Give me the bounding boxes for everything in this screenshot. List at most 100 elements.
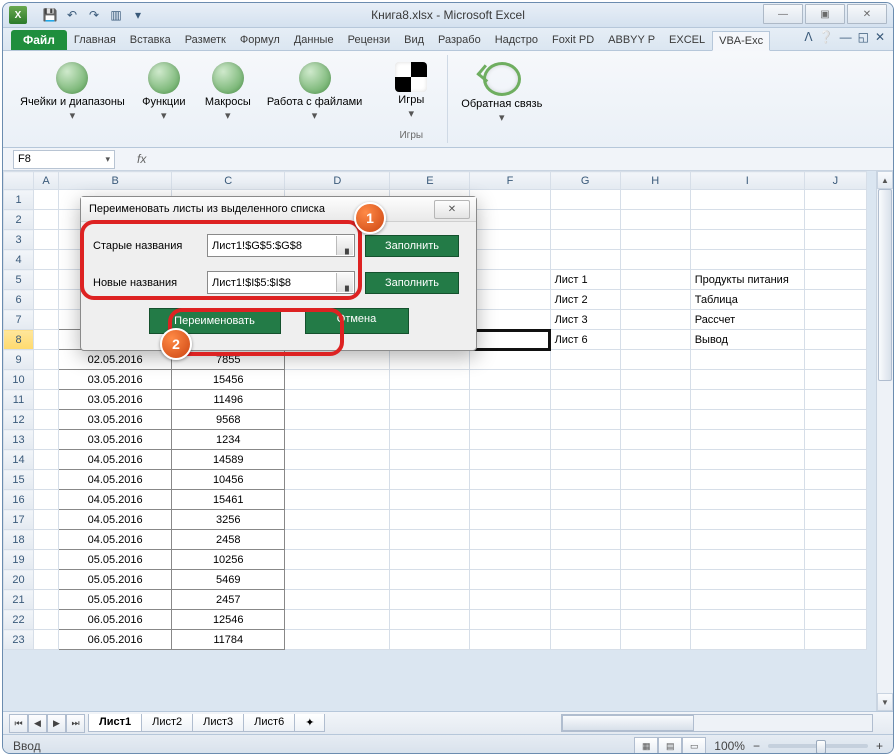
cell[interactable] [550,630,620,650]
cell[interactable]: 05.05.2016 [59,590,172,610]
cell[interactable] [470,430,550,450]
sheet-nav-next-icon[interactable]: ▶ [47,714,66,733]
cell[interactable] [620,630,690,650]
cell[interactable] [550,470,620,490]
cell[interactable] [390,610,470,630]
cell[interactable] [620,290,690,310]
cell[interactable] [34,270,59,290]
cell[interactable] [620,190,690,210]
row-header[interactable]: 18 [4,530,34,550]
cell[interactable] [690,510,804,530]
fill-new-button[interactable]: Заполнить [365,272,459,294]
cell[interactable] [804,510,866,530]
ribbon-tab[interactable]: Главная [67,30,123,50]
cell[interactable]: 9568 [172,410,285,430]
cell[interactable] [804,350,866,370]
cell[interactable] [620,570,690,590]
cell[interactable]: 05.05.2016 [59,550,172,570]
cell[interactable]: 2458 [172,530,285,550]
cell[interactable] [690,630,804,650]
cell[interactable] [690,410,804,430]
cell[interactable] [550,570,620,590]
maximize-button[interactable]: ▣ [805,4,845,24]
cell[interactable] [804,270,866,290]
cell[interactable] [690,230,804,250]
cell[interactable] [390,490,470,510]
cell[interactable] [620,470,690,490]
cell[interactable] [620,210,690,230]
cell[interactable] [550,210,620,230]
cell[interactable] [470,270,550,290]
cells-ranges-button[interactable]: Ячейки и диапазоны▾ [15,57,130,127]
cell[interactable] [34,470,59,490]
cell[interactable] [550,370,620,390]
cell[interactable] [470,250,550,270]
cell[interactable] [285,410,390,430]
cell[interactable] [690,490,804,510]
hscroll-thumb[interactable] [562,715,694,731]
row-header[interactable]: 5 [4,270,34,290]
horizontal-scrollbar[interactable] [561,714,873,732]
dialog-close-button[interactable]: ✕ [434,200,470,219]
cell[interactable]: 1234 [172,430,285,450]
cell[interactable] [804,470,866,490]
cell[interactable] [804,250,866,270]
cell[interactable]: 03.05.2016 [59,370,172,390]
cell[interactable]: 15456 [172,370,285,390]
cell[interactable]: 14589 [172,450,285,470]
cell[interactable] [285,550,390,570]
cell[interactable] [620,230,690,250]
cell[interactable] [34,630,59,650]
cell[interactable] [690,570,804,590]
cell[interactable]: 15461 [172,490,285,510]
row-header[interactable]: 10 [4,370,34,390]
cell[interactable]: Вывод [690,330,804,350]
new-names-input[interactable] [208,277,354,289]
row-header[interactable]: 7 [4,310,34,330]
cell[interactable]: Лист 1 [550,270,620,290]
cell[interactable] [34,330,59,350]
row-header[interactable]: 2 [4,210,34,230]
cell[interactable] [470,370,550,390]
row-header[interactable]: 15 [4,470,34,490]
cell[interactable] [285,610,390,630]
cell[interactable] [804,330,866,350]
cell[interactable] [390,390,470,410]
cell[interactable] [285,510,390,530]
cell[interactable] [470,510,550,530]
cell[interactable]: 11784 [172,630,285,650]
sheet-nav-first-icon[interactable]: ⏮ [9,714,28,733]
cell[interactable]: 06.05.2016 [59,630,172,650]
zoom-in-button[interactable]: + [876,739,883,753]
row-header[interactable]: 20 [4,570,34,590]
scroll-up-icon[interactable]: ▲ [877,171,893,189]
column-header[interactable]: E [390,172,470,190]
cell[interactable] [470,330,550,350]
old-names-input[interactable] [208,240,354,252]
cell[interactable] [690,610,804,630]
macros-button[interactable]: Макросы▾ [198,57,258,127]
vertical-scrollbar[interactable]: ▲ ▼ [876,171,893,711]
workbook-window-restore-icon[interactable]: ◱ [858,30,869,44]
cell[interactable] [470,310,550,330]
cell[interactable] [34,450,59,470]
fx-icon[interactable]: fx [137,152,146,166]
cell[interactable] [470,390,550,410]
select-all-cell[interactable] [4,172,34,190]
column-header[interactable]: H [620,172,690,190]
cell[interactable] [804,410,866,430]
cell[interactable] [620,250,690,270]
row-header[interactable]: 3 [4,230,34,250]
cell[interactable] [690,250,804,270]
column-header[interactable]: J [804,172,866,190]
column-header[interactable]: F [470,172,550,190]
cell[interactable] [34,430,59,450]
row-header[interactable]: 6 [4,290,34,310]
sheet-tab[interactable]: Лист6 [243,714,295,732]
ribbon-tab[interactable]: Рецензи [341,30,398,50]
sheet-nav-prev-icon[interactable]: ◀ [28,714,47,733]
cell[interactable]: 04.05.2016 [59,470,172,490]
row-header[interactable]: 19 [4,550,34,570]
cell[interactable] [620,330,690,350]
cell[interactable] [690,470,804,490]
